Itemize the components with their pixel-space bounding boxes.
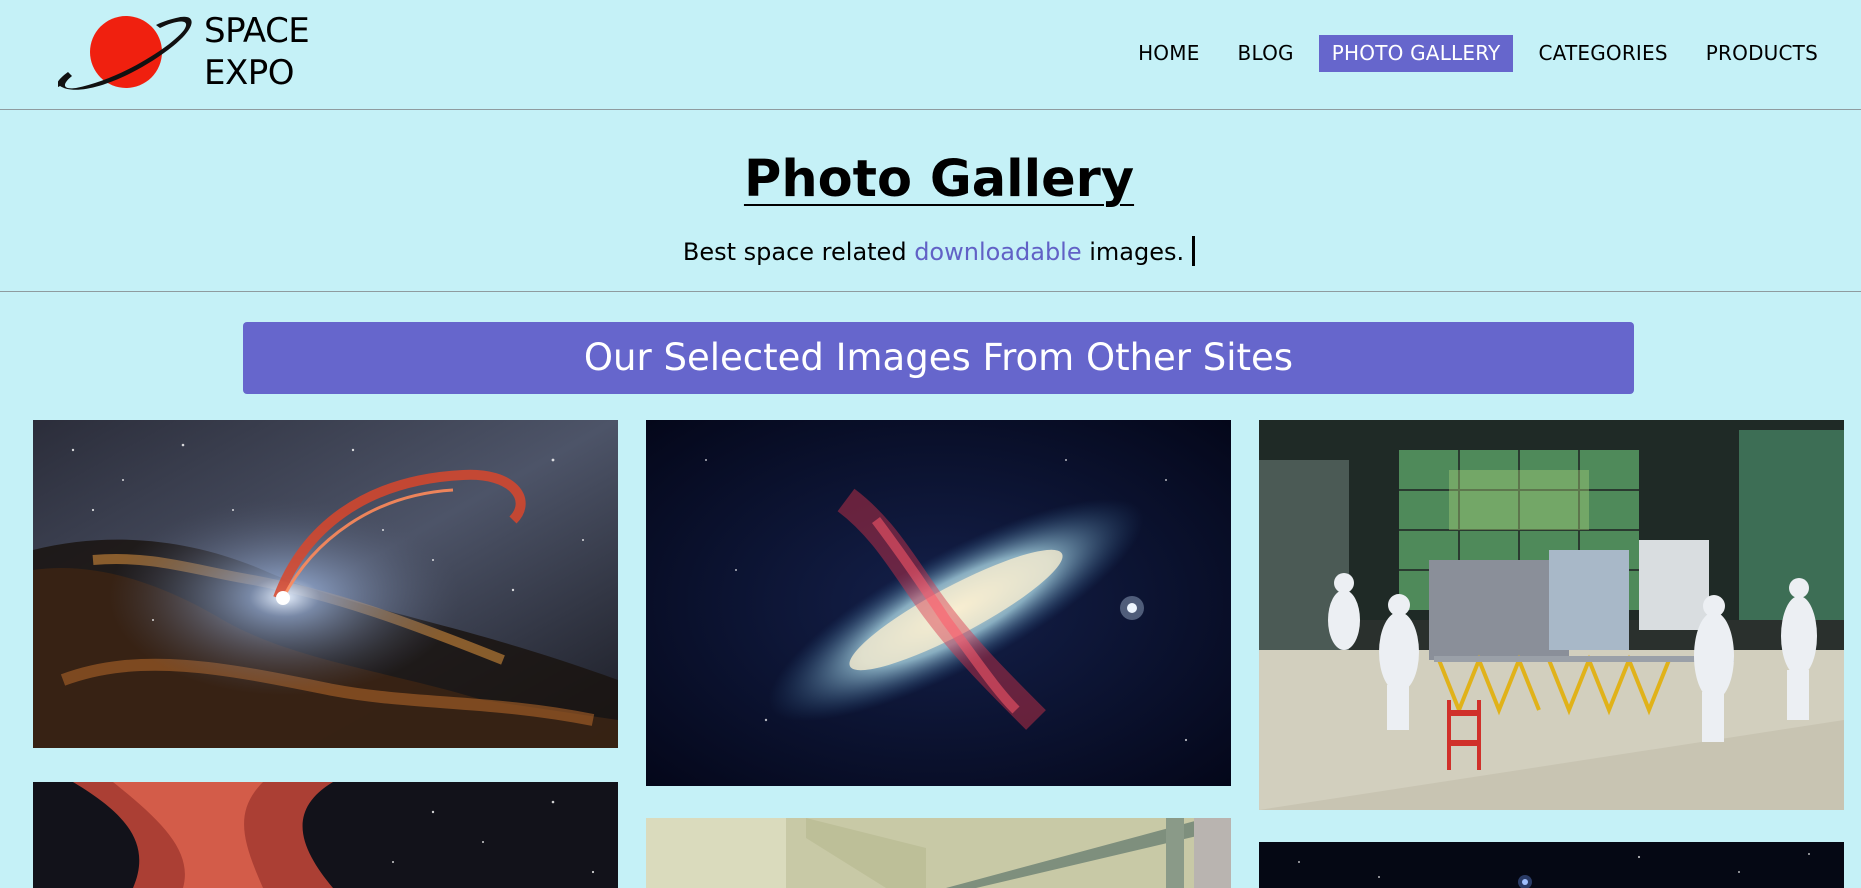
nav-products[interactable]: PRODUCTS: [1693, 35, 1831, 72]
logo-wordmark: SPACE EXPO: [204, 10, 310, 94]
section-divider: [0, 291, 1861, 292]
gallery-image-facility-interior[interactable]: [646, 818, 1231, 888]
nav-categories[interactable]: CATEGORIES: [1525, 35, 1680, 72]
site-header: SPACE EXPO HOME BLOG PHOTO GALLERY CATEG…: [0, 0, 1861, 110]
logo-line-1: SPACE: [204, 11, 310, 51]
logo-line-2: EXPO: [204, 53, 295, 93]
main-nav: HOME BLOG PHOTO GALLERY CATEGORIES PRODU…: [1113, 35, 1831, 72]
gallery-image-red-nebula[interactable]: [33, 782, 618, 888]
page-subtitle: Best space related downloadable images.: [0, 235, 1861, 269]
gallery-image-star-field[interactable]: [1259, 842, 1844, 888]
gallery-image-black-hole[interactable]: [33, 420, 618, 748]
nav-photo-gallery[interactable]: PHOTO GALLERY: [1318, 35, 1514, 72]
nav-blog[interactable]: BLOG: [1225, 35, 1307, 72]
typing-cursor: [1192, 236, 1196, 266]
subtitle-text-before: Best space related: [682, 238, 915, 266]
page-title: Photo Gallery: [743, 150, 1135, 209]
subtitle-text-after: images.: [1081, 238, 1185, 266]
site-logo[interactable]: SPACE EXPO: [58, 10, 328, 100]
section-banner: Our Selected Images From Other Sites: [243, 322, 1634, 394]
planet-logo-icon: [58, 16, 192, 90]
nav-home[interactable]: HOME: [1125, 35, 1212, 72]
gallery-image-starburst-galaxy[interactable]: [646, 420, 1231, 786]
gallery-image-cleanroom[interactable]: [1259, 420, 1844, 810]
subtitle-highlight: downloadable: [914, 238, 1082, 266]
